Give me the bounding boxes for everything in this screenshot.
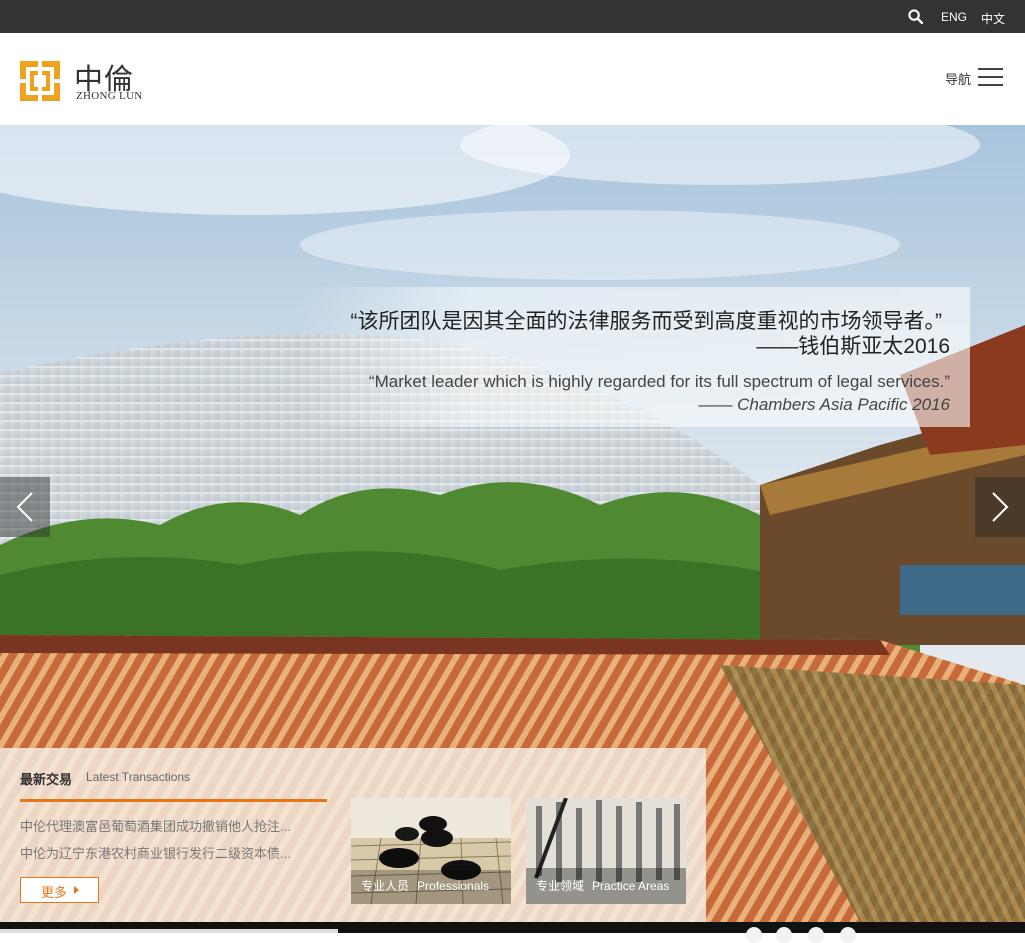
quote-english: “Market leader which is highly regarded …	[368, 372, 950, 391]
quote-english-source: —— Chambers Asia Pacific 2016	[698, 395, 950, 414]
card-label-chinese: 专业人员	[361, 879, 410, 893]
more-button[interactable]: 更多	[20, 877, 99, 903]
chevron-right-icon	[992, 492, 1009, 522]
testimonial-quote: “该所团队是因其全面的法律服务而受到高度重视的市场领导者。” ——钱伯斯亚太20…	[300, 287, 970, 427]
top-bar: ENG 中文	[0, 0, 1025, 33]
practice-areas-card-label: 专业领域 Practice Areas	[536, 877, 669, 894]
panel-title-english: Latest Transactions	[86, 770, 191, 784]
news-item[interactable]: 中伦代理澳富邑葡萄酒集团成功撤销他人抢注...	[20, 816, 320, 835]
latest-transactions-panel: 最新交易 Latest Transactions 中伦代理澳富邑葡萄酒集团成功撤…	[0, 748, 706, 922]
search-icon[interactable]	[908, 9, 923, 24]
caret-right-icon	[74, 886, 79, 894]
news-item[interactable]: 中伦为辽宁东港农村商业银行发行二级资本债...	[20, 843, 320, 862]
card-label-chinese: 专业领域	[536, 879, 585, 893]
navigation-menu-button[interactable]: 导航	[945, 68, 1005, 92]
logo[interactable]: 中倫 ZHONG LUN	[19, 58, 159, 106]
site-header: 中倫 ZHONG LUN 导航	[0, 33, 1025, 125]
footer-strip	[0, 922, 1025, 943]
more-button-label: 更多	[41, 885, 68, 900]
card-label-english: Practice Areas	[592, 879, 670, 893]
logo-english-text: ZHONG LUN	[76, 90, 143, 102]
carousel-next-button[interactable]	[975, 477, 1025, 537]
social-icon[interactable]	[808, 927, 824, 943]
panel-divider	[20, 799, 327, 802]
panel-title-chinese: 最新交易	[20, 772, 73, 787]
quote-chinese-source: ——钱伯斯亚太2016	[756, 335, 950, 358]
language-english-link[interactable]: ENG	[941, 10, 967, 24]
professionals-card-label: 专业人员 Professionals	[361, 877, 489, 894]
practice-areas-card[interactable]: 专业领域 Practice Areas	[526, 798, 686, 904]
footer-bar	[0, 929, 338, 933]
hamburger-icon	[978, 68, 1003, 86]
navigation-label: 导航	[945, 72, 972, 87]
language-chinese-link[interactable]: 中文	[981, 10, 1005, 27]
social-icon[interactable]	[746, 927, 762, 943]
logo-mark-icon	[19, 60, 61, 102]
social-icon[interactable]	[776, 927, 792, 943]
card-label-english: Professionals	[417, 879, 490, 893]
professionals-card[interactable]: 专业人员 Professionals	[351, 798, 511, 904]
social-icon[interactable]	[840, 927, 856, 943]
chevron-left-icon	[16, 492, 33, 522]
carousel-prev-button[interactable]	[0, 477, 50, 537]
hero-carousel: “该所团队是因其全面的法律服务而受到高度重视的市场领导者。” ——钱伯斯亚太20…	[0, 125, 1025, 922]
